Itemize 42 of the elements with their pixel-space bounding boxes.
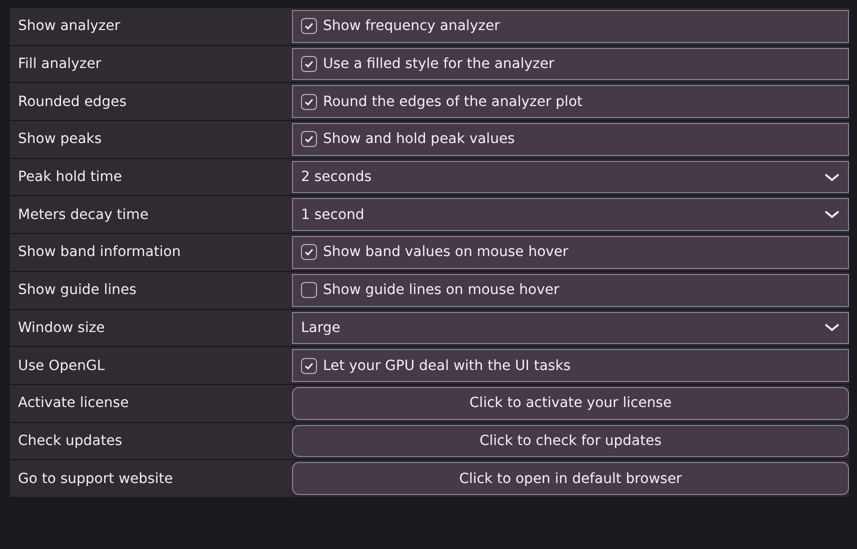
- checkbox[interactable]: [301, 282, 317, 298]
- setting-label: Activate license: [10, 384, 292, 422]
- checkmark-icon: [304, 362, 314, 370]
- action-button[interactable]: Click to activate your license: [292, 386, 849, 420]
- checkbox[interactable]: [301, 56, 317, 72]
- checkmark-icon: [304, 135, 314, 144]
- checkmark-icon: [304, 22, 314, 30]
- checkbox[interactable]: [301, 358, 317, 374]
- action-button[interactable]: Click to open in default browser: [292, 462, 849, 495]
- setting-label: Fill analyzer: [10, 46, 292, 82]
- checkmark-icon: [304, 98, 314, 106]
- checkbox-option[interactable]: Show frequency analyzer: [292, 10, 849, 43]
- checkbox-option[interactable]: Show and hold peak values: [292, 123, 849, 156]
- setting-label: Check updates: [10, 422, 292, 460]
- checkbox[interactable]: [301, 244, 317, 260]
- setting-label: Meters decay time: [10, 196, 292, 234]
- action-button[interactable]: Click to check for updates: [292, 424, 849, 458]
- chevron-down-icon: [824, 323, 840, 332]
- chevron-down-icon: [824, 210, 840, 220]
- checkbox-option[interactable]: Show guide lines on mouse hover: [292, 274, 849, 306]
- checkbox[interactable]: [301, 18, 317, 34]
- setting-label: Window size: [10, 310, 292, 346]
- checkbox-option[interactable]: Show band values on mouse hover: [292, 236, 849, 269]
- chevron-down-icon: [824, 172, 840, 182]
- setting-label: Show guide lines: [10, 272, 292, 308]
- checkbox-option[interactable]: Use a filled style for the analyzer: [292, 48, 849, 80]
- dropdown[interactable]: Large: [292, 312, 849, 344]
- setting-label: Show analyzer: [10, 8, 292, 45]
- setting-label: Go to support website: [10, 460, 292, 497]
- checkbox-option[interactable]: Round the edges of the analyzer plot: [292, 85, 849, 118]
- checkbox-option[interactable]: Let your GPU deal with the UI tasks: [292, 349, 849, 382]
- checkmark-icon: [304, 248, 314, 256]
- checkbox[interactable]: [301, 94, 317, 110]
- dropdown[interactable]: 1 second: [292, 198, 849, 232]
- checkmark-icon: [304, 60, 314, 68]
- checkbox[interactable]: [301, 131, 317, 148]
- setting-label: Show peaks: [10, 121, 292, 158]
- setting-label: Rounded edges: [10, 83, 292, 120]
- dropdown[interactable]: 2 seconds: [292, 160, 849, 194]
- setting-label: Use OpenGL: [10, 347, 292, 384]
- setting-label: Peak hold time: [10, 158, 292, 196]
- setting-label: Show band information: [10, 234, 292, 271]
